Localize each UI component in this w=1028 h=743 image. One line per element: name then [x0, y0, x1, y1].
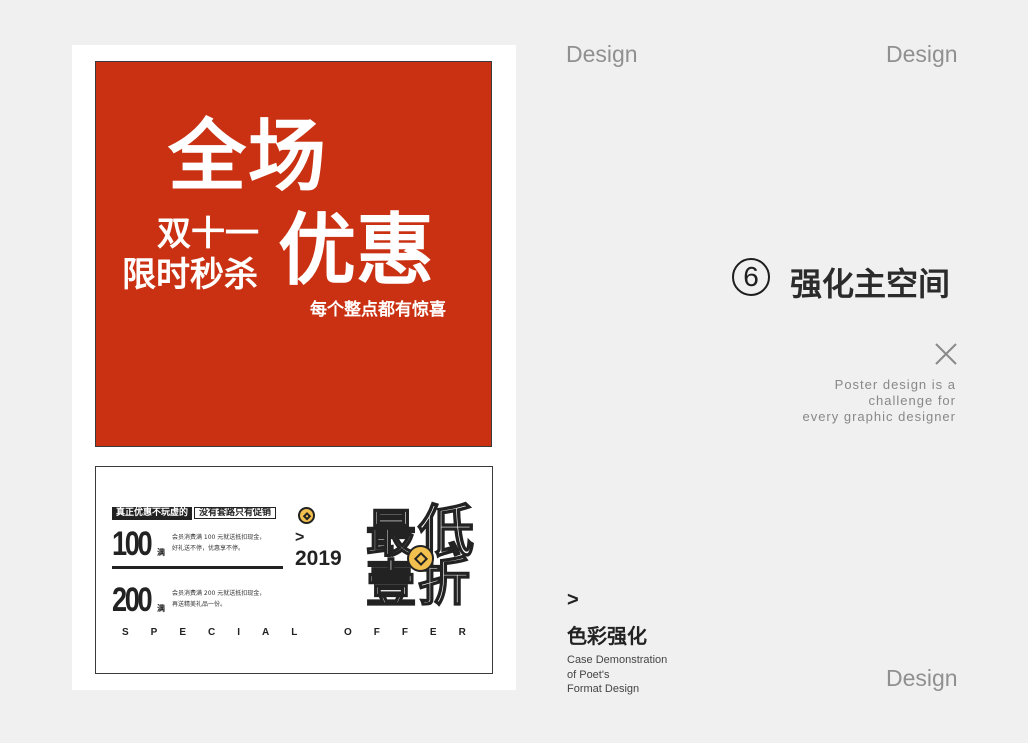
promo-desc-1b: 好礼送不停，优惠享不停。	[172, 545, 245, 552]
red-sale-poster: 全场 双十一 限时秒杀 优惠 每个整点都有惊喜	[95, 61, 492, 447]
promo-desc-2b: 再送精美礼品一份。	[172, 601, 227, 608]
step-number-badge: 6	[732, 258, 770, 296]
promo-year: 2019	[295, 547, 342, 570]
poster-side-line-1: 双十一	[157, 214, 259, 254]
promo-arrow: >	[295, 529, 305, 546]
design-label-bottom-right: Design	[886, 665, 958, 691]
white-promo-poster: 真正优惠不玩虚的 没有套路只有促销 100 满 会员消费满 100 元就送抵扣现…	[95, 466, 493, 674]
tagline-line-3: every graphic designer	[802, 409, 956, 424]
section-title: 强化主空间	[790, 265, 951, 303]
promo-unit-2: 满	[157, 604, 165, 613]
case-line-1: Case Demonstration	[567, 654, 668, 666]
case-line-3: Format Design	[567, 683, 640, 695]
tagline-line-1: Poster design is a	[834, 377, 956, 392]
tagline-line-2: challenge for	[868, 393, 956, 408]
promo-amount-1: 100	[112, 525, 153, 563]
promo-desc-1a: 会员消费满 100 元就送抵扣现金，	[172, 534, 266, 541]
promo-desc-2a: 会员消费满 200 元就送抵扣现金，	[172, 590, 266, 597]
special-offer-text: SPECIAL OFFER	[122, 627, 488, 638]
poster-headline-2: 优惠	[278, 206, 435, 296]
promo-divider	[112, 566, 283, 569]
poster-side-line-2: 限时秒杀	[122, 255, 258, 295]
diamond-badge-icon	[298, 507, 315, 524]
poster-subline: 每个整点都有惊喜	[310, 300, 446, 320]
subsection-title: 色彩强化	[567, 624, 647, 648]
tagline: Poster design is a challenge for every g…	[802, 377, 956, 425]
diamond-badge-large-icon	[407, 545, 434, 572]
outline-char-3: 壹	[365, 555, 417, 613]
promo-amount-2: 200	[112, 581, 153, 619]
case-line-2: of Poet's	[567, 668, 610, 681]
case-caption: Case Demonstration of Poet's Format Desi…	[567, 653, 667, 697]
design-label-top-left: Design	[566, 41, 638, 67]
promo-tag-1: 真正优惠不玩虚的	[112, 507, 193, 520]
subsection-arrow: >	[567, 589, 579, 611]
promo-unit-1: 满	[157, 548, 165, 557]
design-label-top-right: Design	[886, 41, 958, 67]
close-icon[interactable]	[932, 340, 960, 368]
poster-headline-1: 全场	[168, 112, 329, 202]
promo-tag-2: 没有套路只有促销	[194, 507, 277, 519]
